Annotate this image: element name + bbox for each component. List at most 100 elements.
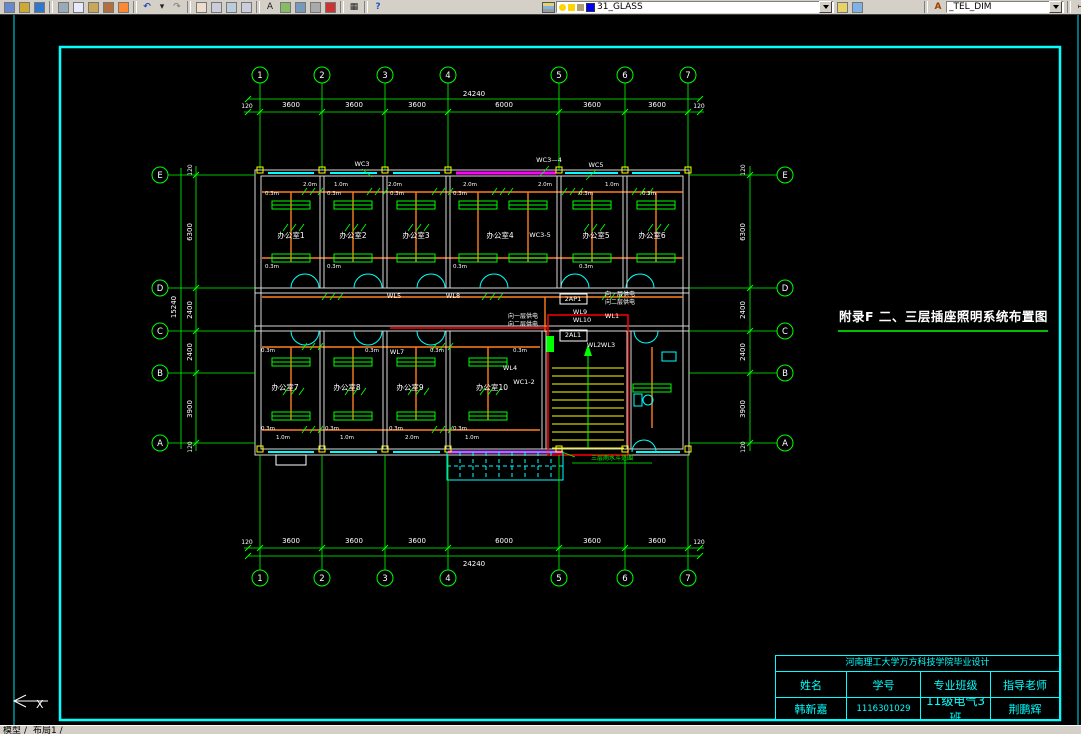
wire-hatch [407,223,430,232]
toolbar: ↶ ▾ ↷ A ▦? 31_GLASS A _TEL_DIM ↦ [0,0,1081,15]
tab-layout1[interactable]: 布局1 [33,726,57,734]
match-properties-icon[interactable] [101,1,115,13]
plan-text: 120 [241,539,253,546]
style-combo[interactable]: _TEL_DIM [946,1,1064,13]
text-style-icon[interactable]: A [931,1,945,13]
zoom-previous-icon[interactable] [239,1,253,13]
edit-properties-icon[interactable] [116,1,130,13]
plan-text: 6000 [495,101,513,109]
plan-text: 办公室10 [476,382,508,392]
label-class: 专业班级 [921,672,991,698]
title-block-header: 河南理工大学万方科技学院毕业设计 [776,656,1059,672]
layer-freeze-sun-icon[interactable] [568,3,575,11]
plan-text: 办公室5 [582,230,609,240]
undo-dropdown-icon[interactable]: ▾ [155,1,169,13]
plan-text: 2400 [739,343,747,361]
wiring-orange [262,191,683,431]
layout-tab-bar: 模型 / 布局1/ [0,725,1081,734]
plan-text: 3600 [282,537,300,545]
layer-manager-icon[interactable] [278,1,292,13]
grid-bubble-label: 2 [319,574,324,584]
redo-icon[interactable]: ↷ [170,1,184,13]
grid-bubble-label: 3 [382,574,387,584]
plot-icon[interactable] [308,1,322,13]
toolbar-separator [924,1,928,13]
layer-lock-icon[interactable] [577,3,584,11]
plan-text: 3600 [583,101,601,109]
plan-text: 0.3m [642,191,656,197]
plan-text: 120 [187,164,194,176]
grid-bubble-label: 6 [622,574,627,584]
browser-icon[interactable] [32,1,46,13]
zoom-window-icon[interactable] [224,1,238,13]
plan-text: 3600 [408,101,426,109]
title-block: 河南理工大学万方科技学院毕业设计 姓名 学号 专业班级 指导老师 韩新嘉 111… [775,655,1060,720]
ucs-x-label: X [36,698,44,711]
grid-bubble-label: 4 [445,71,450,81]
copy-icon[interactable] [71,1,85,13]
find-icon[interactable]: A [263,1,277,13]
undo-icon[interactable]: ↶ [140,1,154,13]
cut-icon[interactable] [56,1,70,13]
zoom-object-icon[interactable] [2,1,16,13]
plan-text: 0.3m [261,426,275,432]
layer-combo[interactable]: 31_GLASS [556,1,834,13]
table-icon[interactable]: ▦ [347,1,361,13]
style-combo-dropdown-arrow-icon[interactable] [1049,1,1062,13]
ucs-icon: X [12,694,48,711]
make-object-layer-current-icon[interactable] [835,1,849,13]
power-feed-red [390,314,629,456]
pan-icon[interactable] [194,1,208,13]
plan-text: 2400 [186,301,194,319]
layer-on-bulb-icon[interactable] [559,3,566,11]
grid-bubble-label: 1 [257,71,262,81]
plan-text: WL9 [573,308,587,316]
style-combo-value: _TEL_DIM [949,2,992,12]
wire-hatch [583,223,606,232]
toolbar-layers-group: 31_GLASS [541,0,864,14]
plan-text: 办公室9 [396,382,423,392]
plan-text: 120 [693,103,705,110]
plan-text: 2AL1 [565,331,581,339]
plan-text: WL4 [503,364,517,372]
label-advisor: 指导老师 [991,672,1059,698]
stair [552,344,624,449]
markup-icon[interactable] [323,1,337,13]
plan-text: 0.3m [453,264,467,270]
plan-text: 0.3m [327,191,341,197]
sheet-set-icon[interactable] [293,1,307,13]
doors [290,273,659,453]
plan-text: 办公室1 [277,230,304,240]
plan-text: 2.0m [538,182,552,188]
plan-text: WL2 [587,341,601,349]
plan-text: 1.0m [605,182,619,188]
plan-text: WL1 [605,312,619,320]
plan-text: 向一层供电 [605,290,635,298]
toolbar-grip-icon[interactable]: ↦ [1074,1,1081,13]
layer-color-swatch[interactable] [586,2,595,12]
column-marker [684,445,692,453]
help-icon[interactable]: ? [371,1,385,13]
quick-calc-icon[interactable] [17,1,31,13]
tab-model[interactable]: 模型 [3,726,21,734]
layer-combo-dropdown-arrow-icon[interactable] [819,1,832,13]
wire-hatch [282,223,305,232]
grid-bubble-label: 6 [622,71,627,81]
grid-bubble-label: 2 [319,71,324,81]
plan-text: 向一层供电 [508,312,538,320]
paste-icon[interactable] [86,1,100,13]
grid-bubble-label: 1 [257,574,262,584]
plan-text: WC5 [588,161,603,169]
plan-text: 2400 [739,301,747,319]
plan-text: 0.3m [453,191,467,197]
plan-text: 0.3m [365,348,379,354]
plan-text: 120 [740,164,747,176]
plan-text: 0.3m [327,264,341,270]
toolbar-separator [49,1,53,13]
zoom-realtime-icon[interactable] [209,1,223,13]
grid-bubble-label: C [782,327,788,337]
layer-previous-icon[interactable] [850,1,864,13]
plan-text: 3600 [345,101,363,109]
layers-icon[interactable] [541,1,555,13]
drawing-canvas[interactable]: 1 1 2 2 3 3 4 4 5 5 6 6 7 7 E E D D C C B B A A 24240 120 3600 3600… [0,0,1081,734]
